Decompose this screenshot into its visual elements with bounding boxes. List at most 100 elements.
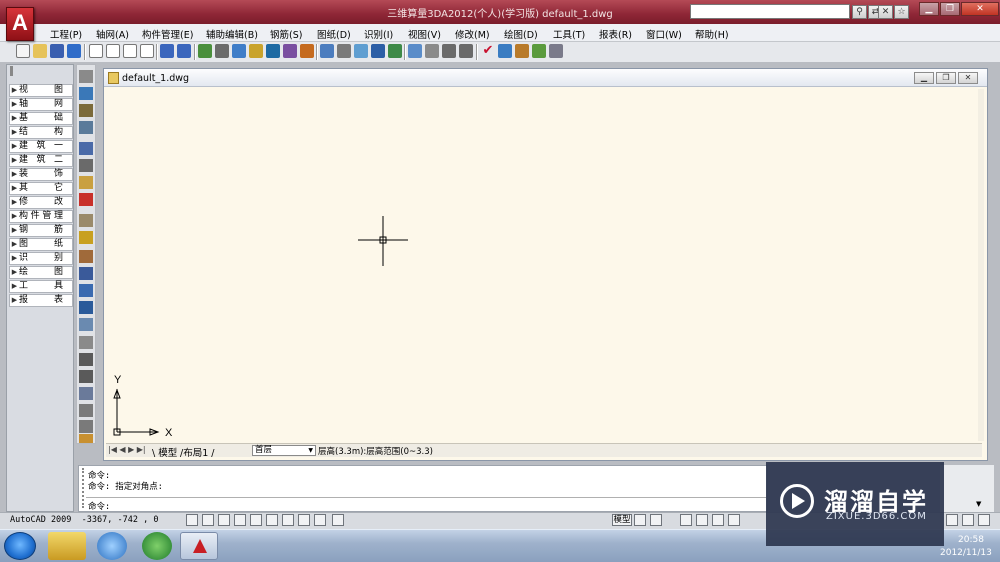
page-copy-icon[interactable] bbox=[106, 44, 120, 58]
solid-box-icon[interactable] bbox=[371, 44, 385, 58]
vertical-scrollbar[interactable] bbox=[978, 89, 984, 441]
layout-view-button[interactable] bbox=[634, 514, 646, 526]
open-file-icon[interactable] bbox=[33, 44, 47, 58]
menu-modify[interactable]: 修改(M) bbox=[455, 27, 490, 41]
media-player-taskbar-icon[interactable] bbox=[97, 532, 127, 560]
saveas-icon[interactable] bbox=[67, 44, 81, 58]
menu-axis[interactable]: 轴网(A) bbox=[96, 27, 129, 41]
page-move-icon[interactable] bbox=[140, 44, 154, 58]
chamfer-icon[interactable] bbox=[79, 404, 93, 417]
page-icon[interactable] bbox=[89, 44, 103, 58]
menu-draw[interactable]: 绘图(D) bbox=[504, 27, 538, 41]
scroll-down-icon[interactable]: ▼ bbox=[976, 500, 984, 508]
tab-nav-arrows-icon[interactable]: |◀ ◀ ▶ ▶| bbox=[108, 445, 146, 454]
trim-icon[interactable] bbox=[79, 353, 93, 366]
component-icon[interactable] bbox=[266, 44, 280, 58]
undo-icon[interactable] bbox=[160, 44, 174, 58]
panel-item-building-2[interactable]: ▶ 建筑二 bbox=[9, 154, 73, 167]
sphere-icon[interactable] bbox=[354, 44, 368, 58]
command-window[interactable] bbox=[78, 465, 768, 512]
menu-project[interactable]: 工程(P) bbox=[50, 27, 82, 41]
chart-icon[interactable] bbox=[498, 44, 512, 58]
panel-item-structure[interactable]: ▶ 结构 bbox=[9, 126, 73, 139]
osnap-toggle[interactable] bbox=[250, 514, 262, 526]
app-logo-button[interactable]: A bbox=[6, 7, 34, 41]
ruler-icon[interactable] bbox=[79, 104, 93, 117]
save-icon[interactable] bbox=[50, 44, 64, 58]
calc-icon[interactable] bbox=[198, 44, 212, 58]
start-button[interactable] bbox=[4, 532, 36, 560]
floor-select[interactable]: 首层 ▼ bbox=[252, 445, 316, 456]
redo-icon[interactable] bbox=[177, 44, 191, 58]
ducs-toggle[interactable] bbox=[282, 514, 294, 526]
pan-status-icon[interactable] bbox=[680, 514, 692, 526]
showmotion-icon[interactable] bbox=[728, 514, 740, 526]
zoom-realtime-icon[interactable] bbox=[425, 44, 439, 58]
zoom-window-icon[interactable] bbox=[442, 44, 456, 58]
menu-recognize[interactable]: 识别(I) bbox=[364, 27, 393, 41]
edit-icon[interactable] bbox=[79, 176, 93, 189]
drawing-maximize-button[interactable]: ❐ bbox=[936, 72, 956, 84]
page-paste-icon[interactable] bbox=[123, 44, 137, 58]
match-icon[interactable] bbox=[79, 214, 93, 227]
magnet-icon[interactable] bbox=[79, 193, 93, 206]
qp-toggle[interactable] bbox=[332, 514, 344, 526]
browser-taskbar-icon[interactable] bbox=[142, 532, 172, 560]
binoculars-icon[interactable] bbox=[300, 44, 314, 58]
panel-item-drawing[interactable]: ▶ 图纸 bbox=[9, 238, 73, 251]
panel-item-tools[interactable]: ▶ 工具 bbox=[9, 280, 73, 293]
snap-toggle[interactable] bbox=[186, 514, 198, 526]
panel-item-other[interactable]: ▶ 其它 bbox=[9, 182, 73, 195]
mirror-icon[interactable] bbox=[79, 284, 93, 297]
layer-icon[interactable] bbox=[249, 44, 263, 58]
status-menu-icon[interactable] bbox=[962, 514, 974, 526]
cube-icon[interactable] bbox=[320, 44, 334, 58]
hammer-icon[interactable] bbox=[79, 159, 93, 172]
move-icon[interactable] bbox=[79, 267, 93, 280]
toolbar-lock-icon[interactable] bbox=[946, 514, 958, 526]
panel-item-decoration[interactable]: ▶ 装饰 bbox=[9, 168, 73, 181]
menu-tools[interactable]: 工具(T) bbox=[553, 27, 585, 41]
tools-icon[interactable]: ✕ bbox=[878, 5, 893, 19]
clean-screen-icon[interactable] bbox=[978, 514, 990, 526]
erase-icon[interactable] bbox=[79, 336, 93, 349]
command-grip[interactable] bbox=[82, 468, 86, 508]
grid-icon[interactable] bbox=[215, 44, 229, 58]
menu-view[interactable]: 视图(V) bbox=[408, 27, 441, 41]
fillet-icon[interactable] bbox=[79, 420, 93, 433]
zoom-status-icon[interactable] bbox=[696, 514, 708, 526]
menu-help[interactable]: 帮助(H) bbox=[695, 27, 729, 41]
offset-icon[interactable] bbox=[79, 318, 93, 331]
ortho-toggle[interactable] bbox=[218, 514, 230, 526]
print-icon[interactable] bbox=[549, 44, 563, 58]
extend-icon[interactable] bbox=[79, 370, 93, 383]
menu-window[interactable]: 窗口(W) bbox=[646, 27, 682, 41]
search-icon[interactable]: ⚲ bbox=[852, 5, 867, 19]
drawing-close-button[interactable]: ✕ bbox=[958, 72, 978, 84]
menu-report[interactable]: 报表(R) bbox=[599, 27, 632, 41]
panel-item-axis[interactable]: ▶ 轴网 bbox=[9, 98, 73, 111]
panel-item-view[interactable]: ▶ 视图 bbox=[9, 84, 73, 97]
drawing-canvas[interactable] bbox=[106, 89, 982, 441]
polar-toggle[interactable] bbox=[234, 514, 246, 526]
explorer-taskbar-icon[interactable] bbox=[48, 532, 86, 560]
star-icon[interactable]: ☆ bbox=[894, 5, 909, 19]
panel-item-component[interactable]: ▶ 构件管理 bbox=[9, 210, 73, 223]
print-icon[interactable] bbox=[79, 70, 93, 83]
steering-wheel-icon[interactable] bbox=[712, 514, 724, 526]
panel-item-building-1[interactable]: ▶ 建筑一 bbox=[9, 140, 73, 153]
grid-toggle[interactable] bbox=[202, 514, 214, 526]
panel-item-recognize[interactable]: ▶ 识别 bbox=[9, 252, 73, 265]
measure-icon[interactable] bbox=[79, 121, 93, 134]
menu-assist-edit[interactable]: 辅助编辑(B) bbox=[206, 27, 258, 41]
minimize-button[interactable]: ▁ bbox=[919, 2, 939, 16]
layer-manage-icon[interactable] bbox=[79, 142, 93, 155]
panel-item-foundation[interactable]: ▶ 基础 bbox=[9, 112, 73, 125]
render-icon[interactable] bbox=[388, 44, 402, 58]
quick-view-button[interactable] bbox=[650, 514, 662, 526]
rotate-icon[interactable] bbox=[79, 301, 93, 314]
panel-item-modify[interactable]: ▶ 修改 bbox=[9, 196, 73, 209]
tab-model[interactable]: \ 模型 bbox=[152, 445, 177, 459]
search-input[interactable] bbox=[690, 4, 850, 19]
panel-item-report[interactable]: ▶ 报表 bbox=[9, 294, 73, 307]
